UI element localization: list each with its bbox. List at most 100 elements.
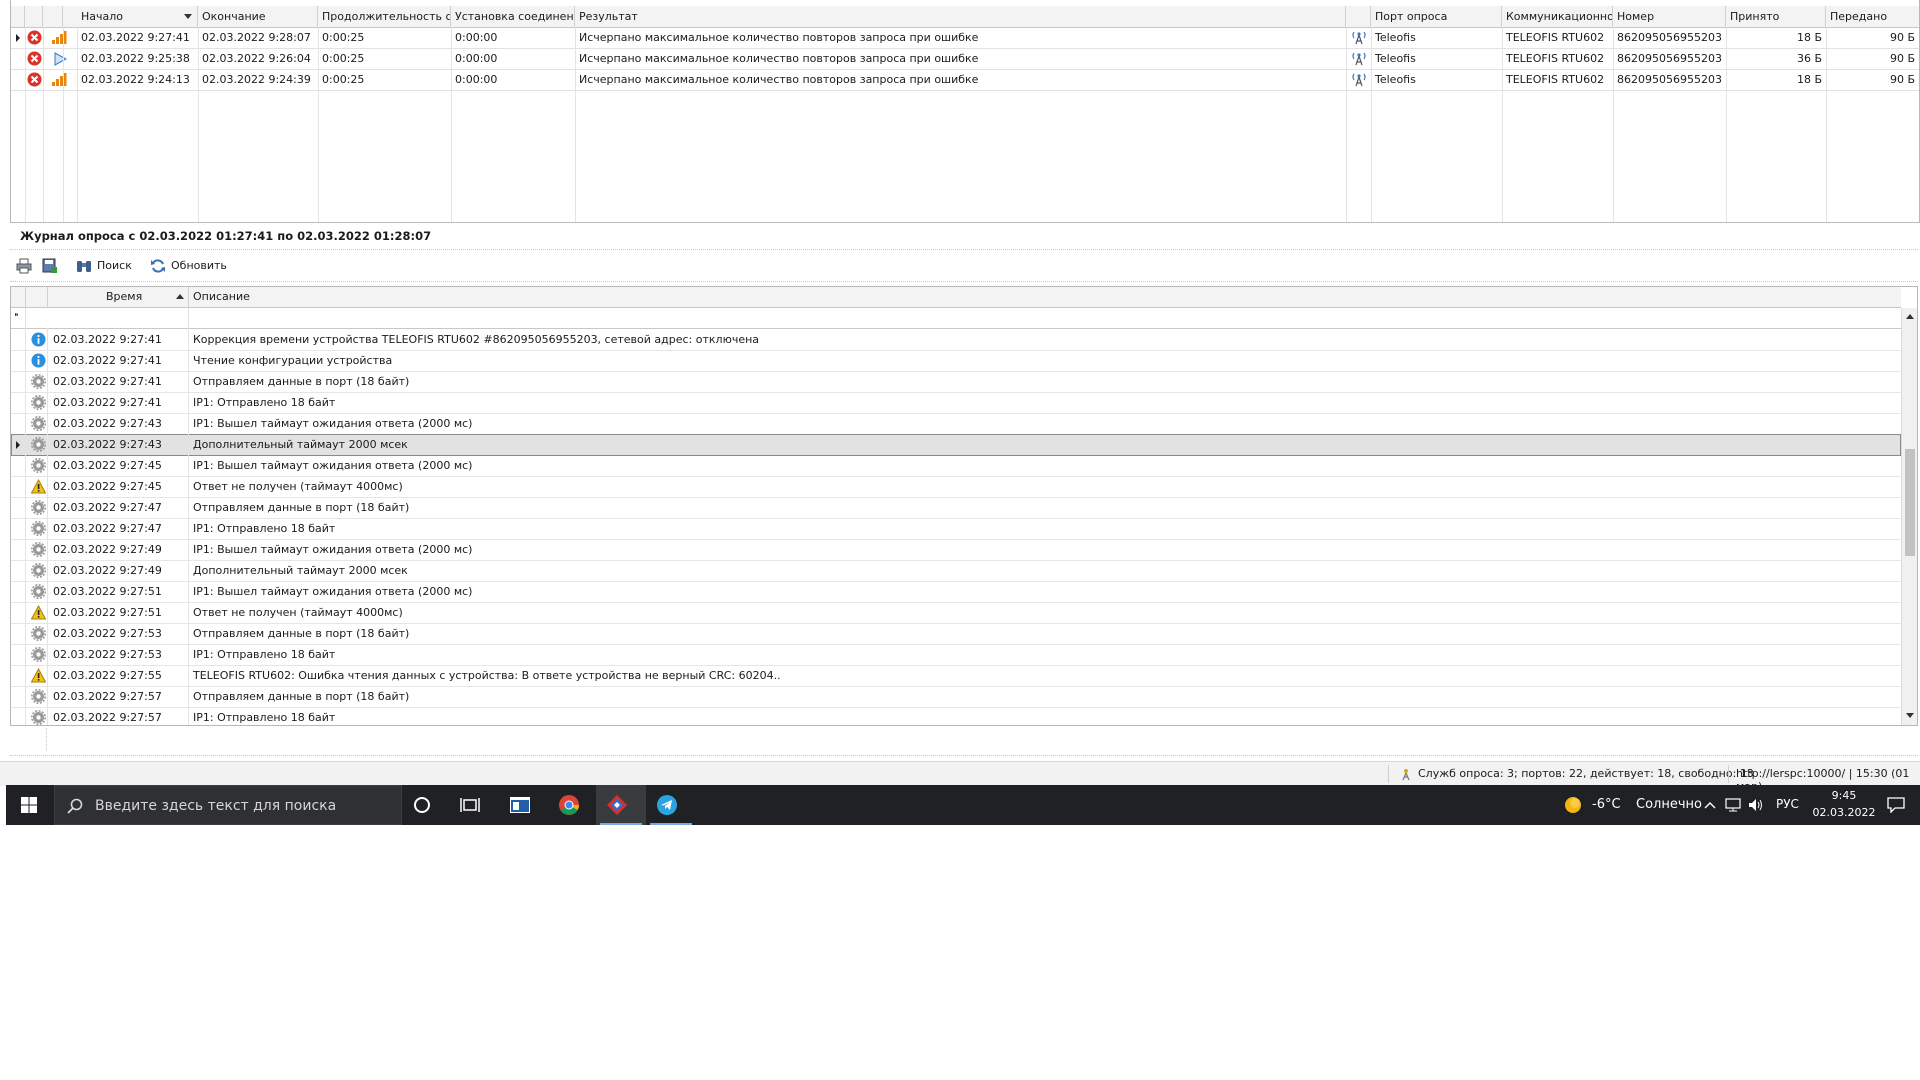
journal-toolbar: Поиск Обновить <box>10 253 1918 279</box>
splitter[interactable] <box>10 222 1918 224</box>
gear-icon <box>31 647 46 662</box>
log-row[interactable]: 02.03.2022 9:27:43 IP1: Вышел таймаут ожи… <box>11 413 1901 435</box>
scroll-down-icon[interactable] <box>1906 713 1914 718</box>
gear-icon <box>31 521 46 536</box>
col-connect-header[interactable]: Установка соединен... <box>451 6 575 27</box>
status-column-header[interactable] <box>25 6 43 27</box>
task-view-button[interactable] <box>456 791 484 819</box>
log-row[interactable]: 02.03.2022 9:27:41 IP1: Отправлено 18 бай… <box>11 392 1901 414</box>
weather-temp: -6°C <box>1592 797 1621 812</box>
gear-icon <box>31 500 46 515</box>
log-row[interactable]: 02.03.2022 9:27:57 Отправляем данные в по… <box>11 686 1901 708</box>
export-button[interactable] <box>42 256 58 276</box>
log-description: IP1: Вышел таймаут ожидания ответа (2000… <box>193 585 473 598</box>
notifications-button[interactable] <box>1882 791 1910 819</box>
divider <box>1726 27 1727 222</box>
log-row[interactable]: 02.03.2022 9:27:51 Ответ не получен (тайм… <box>11 602 1901 624</box>
divider <box>10 249 1918 250</box>
log-row[interactable]: 02.03.2022 9:27:41 Коррекция времени устр… <box>11 329 1901 351</box>
current-row-icon <box>16 34 20 42</box>
divider <box>198 27 199 222</box>
log-description: IP1: Отправлено 18 байт <box>193 648 336 661</box>
col-received-header[interactable]: Принято <box>1726 6 1826 27</box>
log-row[interactable]: 02.03.2022 9:27:57 IP1: Отправлено 18 бай… <box>11 707 1901 725</box>
log-time: 02.03.2022 9:27:57 <box>53 711 162 724</box>
network-button[interactable] <box>1723 791 1743 819</box>
divider <box>47 328 48 725</box>
col-comm-header[interactable]: Коммуникационно... <box>1502 6 1613 27</box>
app-window-icon <box>510 797 530 813</box>
log-row[interactable]: 02.03.2022 9:27:55 TELEOFIS RTU602: Ошибк… <box>11 665 1901 687</box>
taskbar-app-chrome[interactable] <box>555 791 583 819</box>
taskbar-app-lers[interactable] <box>603 791 631 819</box>
log-row[interactable]: 02.03.2022 9:27:41 Отправляем данные в по… <box>11 371 1901 393</box>
network-icon <box>1725 798 1741 812</box>
weather-widget[interactable]: -6°C Солнечно <box>1558 785 1702 825</box>
log-time: 02.03.2022 9:27:51 <box>53 606 162 619</box>
col-description-header[interactable]: Описание <box>193 287 250 307</box>
chrome-icon <box>559 795 579 815</box>
taskbar-app-explorer[interactable] <box>506 791 534 819</box>
log-row[interactable]: 02.03.2022 9:27:51 IP1: Вышел таймаут ожи… <box>11 581 1901 603</box>
filter-icon[interactable]: ⁍ <box>14 310 19 321</box>
tray-overflow-button[interactable] <box>1700 791 1720 819</box>
taskbar-clock[interactable]: 9:45 02.03.2022 <box>1812 787 1876 823</box>
refresh-button[interactable]: Обновить <box>150 256 227 276</box>
log-row[interactable]: 02.03.2022 9:27:53 IP1: Отправлено 18 бай… <box>11 644 1901 666</box>
divider <box>10 281 1918 282</box>
col-sent-header[interactable]: Передано <box>1826 6 1919 27</box>
taskbar-app-telegram[interactable] <box>653 791 681 819</box>
divider <box>46 728 48 751</box>
log-row[interactable]: 02.03.2022 9:27:45 IP1: Вышел таймаут ожи… <box>11 455 1901 477</box>
col-time-header[interactable]: Время <box>48 287 188 307</box>
volume-button[interactable] <box>1746 791 1766 819</box>
input-language[interactable]: РУС <box>1776 797 1799 811</box>
search-button[interactable]: Поиск <box>76 256 132 276</box>
cell-sent: 90 Б <box>1889 31 1915 44</box>
log-row[interactable]: 02.03.2022 9:27:47 Отправляем данные в по… <box>11 497 1901 519</box>
divider <box>25 27 26 222</box>
log-description: Дополнительный таймаут 2000 мсек <box>193 438 408 451</box>
print-button[interactable] <box>16 256 32 276</box>
col-port-header[interactable]: Порт опроса <box>1371 6 1502 27</box>
cell-connect: 0:00:00 <box>455 73 498 86</box>
log-row[interactable]: 02.03.2022 9:27:47 IP1: Отправлено 18 бай… <box>11 518 1901 540</box>
log-row[interactable]: 02.03.2022 9:27:53 Отправляем данные в по… <box>11 623 1901 645</box>
table-row[interactable]: 02.03.2022 9:27:41 02.03.2022 9:28:07 0:00… <box>11 27 1919 49</box>
col-end-label: Окончание <box>202 10 266 23</box>
windows-taskbar: Введите здесь текст для поиска -6°C Солн… <box>6 785 1920 825</box>
cortana-button[interactable] <box>408 791 436 819</box>
log-row[interactable]: 02.03.2022 9:27:45 Ответ не получен (тайм… <box>11 476 1901 498</box>
log-row[interactable]: 02.03.2022 9:27:49 Дополнительный таймаут… <box>11 560 1901 582</box>
filter-row[interactable]: ⁍ <box>11 308 1901 329</box>
scrollbar-thumb[interactable] <box>1905 449 1915 556</box>
col-duration-header[interactable]: Продолжительность с... <box>318 6 451 27</box>
log-row[interactable]: 02.03.2022 9:27:41 Чтение конфигурации ус… <box>11 350 1901 372</box>
log-description: IP1: Вышел таймаут ожидания ответа (2000… <box>193 417 473 430</box>
cell-received: 18 Б <box>1796 73 1822 86</box>
log-description: Отправляем данные в порт (18 байт) <box>193 690 410 703</box>
start-button[interactable] <box>15 791 43 819</box>
table-row[interactable]: 02.03.2022 9:25:38 02.03.2022 9:26:04 0:00… <box>11 48 1919 70</box>
col-result-header[interactable]: Результат <box>575 6 1346 27</box>
sort-desc-icon <box>184 14 192 19</box>
scroll-up-icon[interactable] <box>1906 314 1914 319</box>
table-row[interactable]: 02.03.2022 9:24:13 02.03.2022 9:24:39 0:00… <box>11 69 1919 91</box>
col-port-icon-header[interactable] <box>1346 6 1371 27</box>
type-column-header[interactable] <box>43 6 63 27</box>
task-view-icon <box>460 798 480 812</box>
col-number-header[interactable]: Номер <box>1613 6 1726 27</box>
save-export-icon <box>42 258 57 273</box>
cell-comm: TELEOFIS RTU602 <box>1506 52 1605 65</box>
taskbar-search-box[interactable]: Введите здесь текст для поиска <box>54 785 402 825</box>
col-end-header[interactable]: Окончание <box>198 6 318 27</box>
cell-sent: 90 Б <box>1889 73 1915 86</box>
log-row-selected[interactable]: 02.03.2022 9:27:43 Дополнительный таймаут… <box>11 434 1901 456</box>
col-received-label: Принято <box>1730 10 1780 23</box>
divider <box>25 328 26 725</box>
col-start-header[interactable]: Начало <box>77 6 198 27</box>
sort-asc-icon <box>176 294 184 299</box>
log-row[interactable]: 02.03.2022 9:27:49 IP1: Вышел таймаут ожи… <box>11 539 1901 561</box>
gear-icon <box>31 374 46 389</box>
vertical-scrollbar[interactable] <box>1901 308 1917 725</box>
